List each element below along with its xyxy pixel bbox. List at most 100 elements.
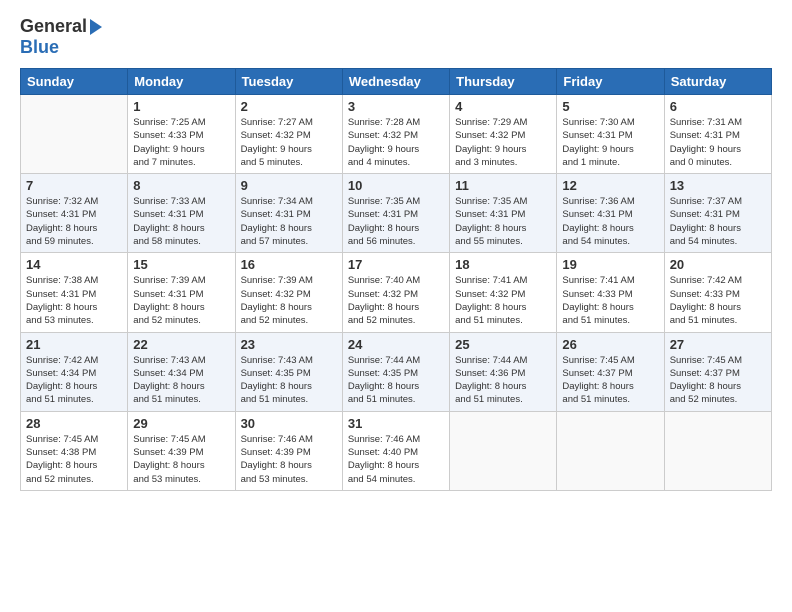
logo-general: General [20, 16, 87, 37]
day-info: Sunrise: 7:35 AM Sunset: 4:31 PM Dayligh… [455, 195, 551, 248]
day-info: Sunrise: 7:28 AM Sunset: 4:32 PM Dayligh… [348, 116, 444, 169]
day-number: 12 [562, 178, 658, 193]
calendar-cell: 30Sunrise: 7:46 AM Sunset: 4:39 PM Dayli… [235, 411, 342, 490]
day-number: 4 [455, 99, 551, 114]
day-info: Sunrise: 7:45 AM Sunset: 4:37 PM Dayligh… [670, 354, 766, 407]
day-info: Sunrise: 7:46 AM Sunset: 4:40 PM Dayligh… [348, 433, 444, 486]
calendar-cell: 22Sunrise: 7:43 AM Sunset: 4:34 PM Dayli… [128, 332, 235, 411]
day-info: Sunrise: 7:45 AM Sunset: 4:38 PM Dayligh… [26, 433, 122, 486]
day-info: Sunrise: 7:32 AM Sunset: 4:31 PM Dayligh… [26, 195, 122, 248]
day-number: 29 [133, 416, 229, 431]
calendar-row: 7 Sunrise: 7:32 AM Sunset: 4:31 PM Daylig… [21, 174, 772, 253]
calendar-cell: 14 Sunrise: 7:38 AM Sunset: 4:31 PM Dayli… [21, 253, 128, 332]
day-info: Sunrise: 7:39 AM Sunset: 4:32 PM Dayligh… [241, 274, 337, 327]
calendar-cell: 6 Sunrise: 7:31 AM Sunset: 4:31 PM Daylig… [664, 95, 771, 174]
day-info: Sunrise: 7:39 AM Sunset: 4:31 PM Dayligh… [133, 274, 229, 327]
logo: General Blue [20, 16, 102, 58]
weekday-header: Tuesday [235, 69, 342, 95]
calendar-cell [664, 411, 771, 490]
calendar-row: 28 Sunrise: 7:45 AM Sunset: 4:38 PM Dayli… [21, 411, 772, 490]
calendar-cell: 4 Sunrise: 7:29 AM Sunset: 4:32 PM Daylig… [450, 95, 557, 174]
calendar-cell: 2 Sunrise: 7:27 AM Sunset: 4:32 PM Daylig… [235, 95, 342, 174]
calendar-cell: 31 Sunrise: 7:46 AM Sunset: 4:40 PM Dayli… [342, 411, 449, 490]
header: General Blue [20, 16, 772, 58]
calendar-cell: 20 Sunrise: 7:42 AM Sunset: 4:33 PM Dayli… [664, 253, 771, 332]
day-info: Sunrise: 7:42 AM Sunset: 4:33 PM Dayligh… [670, 274, 766, 327]
day-info: Sunrise: 7:36 AM Sunset: 4:31 PM Dayligh… [562, 195, 658, 248]
day-number: 15 [133, 257, 229, 272]
calendar-cell: 21 Sunrise: 7:42 AM Sunset: 4:34 PM Dayli… [21, 332, 128, 411]
weekday-header: Saturday [664, 69, 771, 95]
day-info: Sunrise: 7:35 AM Sunset: 4:31 PM Dayligh… [348, 195, 444, 248]
day-number: 5 [562, 99, 658, 114]
calendar-row: 21 Sunrise: 7:42 AM Sunset: 4:34 PM Dayli… [21, 332, 772, 411]
day-number: 7 [26, 178, 122, 193]
day-number: 10 [348, 178, 444, 193]
calendar-cell: 27 Sunrise: 7:45 AM Sunset: 4:37 PM Dayli… [664, 332, 771, 411]
calendar-cell: 11 Sunrise: 7:35 AM Sunset: 4:31 PM Dayli… [450, 174, 557, 253]
day-number: 3 [348, 99, 444, 114]
weekday-header: Monday [128, 69, 235, 95]
day-info: Sunrise: 7:44 AM Sunset: 4:35 PM Dayligh… [348, 354, 444, 407]
day-number: 23 [241, 337, 337, 352]
calendar-cell: 24Sunrise: 7:44 AM Sunset: 4:35 PM Dayli… [342, 332, 449, 411]
calendar-cell [21, 95, 128, 174]
day-info: Sunrise: 7:25 AM Sunset: 4:33 PM Dayligh… [133, 116, 229, 169]
calendar-cell: 19Sunrise: 7:41 AM Sunset: 4:33 PM Dayli… [557, 253, 664, 332]
calendar-cell: 15 Sunrise: 7:39 AM Sunset: 4:31 PM Dayli… [128, 253, 235, 332]
weekday-header: Thursday [450, 69, 557, 95]
day-number: 2 [241, 99, 337, 114]
day-number: 16 [241, 257, 337, 272]
day-info: Sunrise: 7:38 AM Sunset: 4:31 PM Dayligh… [26, 274, 122, 327]
calendar-cell: 16 Sunrise: 7:39 AM Sunset: 4:32 PM Dayli… [235, 253, 342, 332]
calendar-cell: 29 Sunrise: 7:45 AM Sunset: 4:39 PM Dayli… [128, 411, 235, 490]
day-info: Sunrise: 7:29 AM Sunset: 4:32 PM Dayligh… [455, 116, 551, 169]
day-number: 27 [670, 337, 766, 352]
day-number: 14 [26, 257, 122, 272]
calendar-cell: 17Sunrise: 7:40 AM Sunset: 4:32 PM Dayli… [342, 253, 449, 332]
calendar-cell: 12 Sunrise: 7:36 AM Sunset: 4:31 PM Dayli… [557, 174, 664, 253]
day-number: 25 [455, 337, 551, 352]
calendar-cell: 18 Sunrise: 7:41 AM Sunset: 4:32 PM Dayli… [450, 253, 557, 332]
day-info: Sunrise: 7:45 AM Sunset: 4:37 PM Dayligh… [562, 354, 658, 407]
logo-blue: Blue [20, 37, 59, 57]
day-info: Sunrise: 7:44 AM Sunset: 4:36 PM Dayligh… [455, 354, 551, 407]
day-number: 1 [133, 99, 229, 114]
calendar-cell: 26 Sunrise: 7:45 AM Sunset: 4:37 PM Dayli… [557, 332, 664, 411]
calendar-cell: 13Sunrise: 7:37 AM Sunset: 4:31 PM Dayli… [664, 174, 771, 253]
calendar-cell: 1 Sunrise: 7:25 AM Sunset: 4:33 PM Daylig… [128, 95, 235, 174]
day-number: 22 [133, 337, 229, 352]
calendar-cell: 28 Sunrise: 7:45 AM Sunset: 4:38 PM Dayli… [21, 411, 128, 490]
calendar-cell [557, 411, 664, 490]
day-number: 19 [562, 257, 658, 272]
day-number: 30 [241, 416, 337, 431]
calendar-header-row: SundayMondayTuesdayWednesdayThursdayFrid… [21, 69, 772, 95]
day-info: Sunrise: 7:27 AM Sunset: 4:32 PM Dayligh… [241, 116, 337, 169]
calendar-cell: 23 Sunrise: 7:43 AM Sunset: 4:35 PM Dayli… [235, 332, 342, 411]
day-info: Sunrise: 7:41 AM Sunset: 4:32 PM Dayligh… [455, 274, 551, 327]
calendar-row: 14 Sunrise: 7:38 AM Sunset: 4:31 PM Dayli… [21, 253, 772, 332]
logo-arrow-icon [90, 19, 102, 35]
day-info: Sunrise: 7:34 AM Sunset: 4:31 PM Dayligh… [241, 195, 337, 248]
day-number: 11 [455, 178, 551, 193]
calendar-table: SundayMondayTuesdayWednesdayThursdayFrid… [20, 68, 772, 491]
day-number: 28 [26, 416, 122, 431]
weekday-header: Sunday [21, 69, 128, 95]
day-info: Sunrise: 7:31 AM Sunset: 4:31 PM Dayligh… [670, 116, 766, 169]
calendar-cell: 10 Sunrise: 7:35 AM Sunset: 4:31 PM Dayli… [342, 174, 449, 253]
day-info: Sunrise: 7:45 AM Sunset: 4:39 PM Dayligh… [133, 433, 229, 486]
weekday-header: Friday [557, 69, 664, 95]
day-info: Sunrise: 7:42 AM Sunset: 4:34 PM Dayligh… [26, 354, 122, 407]
day-number: 8 [133, 178, 229, 193]
calendar-cell: 7 Sunrise: 7:32 AM Sunset: 4:31 PM Daylig… [21, 174, 128, 253]
day-number: 20 [670, 257, 766, 272]
day-info: Sunrise: 7:43 AM Sunset: 4:35 PM Dayligh… [241, 354, 337, 407]
day-number: 6 [670, 99, 766, 114]
day-number: 31 [348, 416, 444, 431]
day-info: Sunrise: 7:37 AM Sunset: 4:31 PM Dayligh… [670, 195, 766, 248]
day-number: 21 [26, 337, 122, 352]
day-number: 26 [562, 337, 658, 352]
day-number: 18 [455, 257, 551, 272]
day-number: 17 [348, 257, 444, 272]
weekday-header: Wednesday [342, 69, 449, 95]
